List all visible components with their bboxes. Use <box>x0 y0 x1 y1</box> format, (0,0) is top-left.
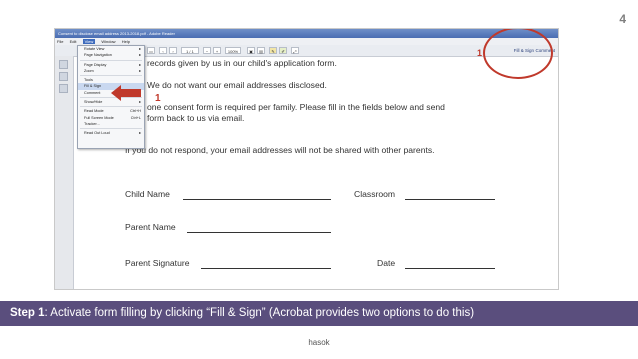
child-name-label: Child Name <box>125 189 170 199</box>
step-text: : Activate form filling by clicking “Fil… <box>44 307 475 319</box>
next-page-icon[interactable]: › <box>169 47 177 54</box>
zoom-in-icon[interactable]: + <box>213 47 221 54</box>
fit-page-icon[interactable]: ▣ <box>247 47 255 54</box>
step-instruction-bar: Step 1: Activate form filling by clickin… <box>0 301 638 326</box>
menu-window[interactable]: Window <box>101 39 115 44</box>
zoom-out-icon[interactable]: − <box>203 47 211 54</box>
parent-signature-field[interactable] <box>201 268 331 269</box>
menu-item-label: Tracker... <box>84 121 100 126</box>
doc-line: If you do not respond, your email addres… <box>125 145 435 155</box>
save-icon[interactable]: ▭ <box>147 47 155 54</box>
menu-item-label: Comment <box>84 90 101 95</box>
bookmarks-icon[interactable] <box>59 72 68 81</box>
doc-line: form back to us via email. <box>147 113 245 123</box>
child-name-field[interactable] <box>183 199 331 200</box>
menu-bar: File Edit View Window Help <box>55 38 558 45</box>
menu-item-label: Page Display <box>84 62 107 67</box>
doc-line: We do not want our email addresses discl… <box>147 80 327 90</box>
submenu-arrow-icon: ▸ <box>139 53 141 58</box>
submenu-arrow-icon: ▸ <box>139 131 141 136</box>
doc-line: records given by us in our child's appli… <box>147 58 337 68</box>
window-titlebar: Consent to disclose email address 2013-2… <box>55 29 558 38</box>
menu-item-label: Tools <box>84 78 93 83</box>
parent-signature-label: Parent Signature <box>125 258 190 268</box>
menu-item-label: Full Screen Mode <box>84 115 114 120</box>
expand-icon[interactable]: ⤢ <box>291 47 299 54</box>
zoom-select[interactable]: 100% <box>225 47 241 54</box>
fit-width-icon[interactable]: ▤ <box>257 47 265 54</box>
attachments-icon[interactable] <box>59 84 68 93</box>
menu-item-label: Read Out Loud <box>84 131 110 136</box>
classroom-label: Classroom <box>354 189 396 199</box>
menu-item-label: Fill & Sign <box>84 84 102 89</box>
classroom-field[interactable] <box>405 199 495 200</box>
prev-page-icon[interactable]: ‹ <box>159 47 167 54</box>
footer-author: hasok <box>308 338 330 347</box>
menu-help[interactable]: Help <box>122 39 130 44</box>
menu-item-tracker[interactable]: Tracker... <box>78 121 144 127</box>
slide-number: 4 <box>619 12 626 26</box>
highlight-circle <box>483 29 553 79</box>
menu-item-label: Page Navigation <box>84 53 112 58</box>
menu-divider <box>80 128 142 130</box>
step-marker-left: 1 <box>155 93 161 104</box>
red-pointer-arrow-icon <box>111 85 141 101</box>
navigation-sidebar <box>55 56 74 289</box>
highlight-icon[interactable]: ✐ <box>279 47 287 54</box>
pages-icon[interactable] <box>59 60 68 69</box>
acrobat-screenshot: Consent to disclose email address 2013-2… <box>54 28 559 290</box>
menu-item-label: Show/Hide <box>84 100 103 105</box>
submenu-arrow-icon: ▸ <box>139 68 141 73</box>
menu-item-read-out-loud[interactable]: Read Out Loud ▸ <box>78 130 144 136</box>
menu-item-label: Rotate View <box>84 47 105 51</box>
step-marker-right: 1 <box>477 48 483 58</box>
date-field[interactable] <box>405 268 495 269</box>
page-indicator[interactable]: 1 / 1 <box>181 47 199 54</box>
comment-note-icon[interactable]: ✎ <box>269 47 277 54</box>
date-label: Date <box>377 258 396 268</box>
menu-item-label: Zoom <box>84 68 94 73</box>
menu-item-page-navigation[interactable]: Page Navigation ▸ <box>78 52 144 58</box>
menu-divider <box>80 75 142 77</box>
doc-line: one consent form is required per family.… <box>147 102 445 112</box>
menu-divider <box>80 106 142 108</box>
step-label: Step 1 <box>10 307 45 319</box>
menu-file[interactable]: File <box>57 39 63 44</box>
parent-name-field[interactable] <box>187 232 331 233</box>
menu-edit[interactable]: Edit <box>70 39 77 44</box>
menu-item-label: Read Mode <box>84 109 104 114</box>
menu-view[interactable]: View <box>82 39 96 44</box>
menu-divider <box>80 59 142 61</box>
menu-item-zoom[interactable]: Zoom ▸ <box>78 68 144 74</box>
parent-name-label: Parent Name <box>125 222 176 232</box>
